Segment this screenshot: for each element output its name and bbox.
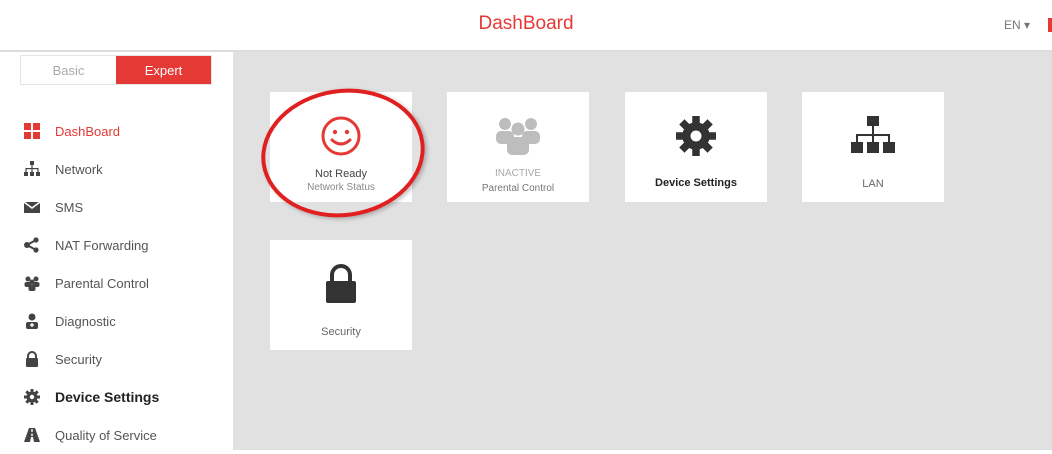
lock-icon [270,262,412,306]
card-device-settings[interactable]: Device Settings [625,92,767,202]
card-lan[interactable]: LAN [802,92,944,202]
sidebar-item-nat-forwarding[interactable]: NAT Forwarding [0,226,233,264]
sidebar-nav: DashBoard Network SMS NAT Forwarding Par… [0,112,233,454]
lock-icon [24,351,40,367]
grid-icon [24,123,40,139]
sidebar-item-label: NAT Forwarding [55,237,149,253]
network-icon [802,114,944,158]
dashboard-content: Not Ready Network Status INACTIVE Parent… [233,52,1052,450]
parental-control-label: Parental Control [481,183,555,194]
sidebar-item-device-settings[interactable]: Device Settings [0,378,233,416]
gear-icon [24,389,40,405]
envelope-icon [24,199,40,215]
security-label: Security [321,326,361,338]
people-icon [24,275,40,291]
sidebar-item-label: Parental Control [55,275,149,291]
sidebar-item-label: Device Settings [55,389,160,405]
sidebar: Basic Expert DashBoard Network SMS NAT F… [0,52,233,450]
sidebar-item-label: Quality of Service [55,427,157,443]
basic-mode-button[interactable]: Basic [21,56,116,84]
card-security[interactable]: Security [270,240,412,350]
language-selector[interactable]: EN ▾ [1004,18,1030,32]
gear-icon [625,114,767,158]
sidebar-item-sms[interactable]: SMS [0,188,233,226]
lan-label: LAN [862,178,884,190]
diagnostic-icon [24,313,40,329]
road-icon [24,427,40,443]
top-bar: DashBoard EN ▾ [0,0,1052,52]
parental-status-value: INACTIVE [494,168,542,179]
sidebar-item-dashboard[interactable]: DashBoard [0,112,233,150]
sidebar-item-parental-control[interactable]: Parental Control [0,264,233,302]
page-title: DashBoard [478,13,574,34]
sidebar-item-network[interactable]: Network [0,150,233,188]
share-icon [24,237,40,253]
people-icon [447,114,589,158]
sidebar-item-label: Security [55,351,102,367]
card-parental-control[interactable]: INACTIVE Parental Control [447,92,589,202]
expert-mode-button[interactable]: Expert [116,56,211,84]
sidebar-item-label: DashBoard [55,123,121,139]
sidebar-item-quality-of-service[interactable]: Quality of Service [0,416,233,454]
device-settings-label: Device Settings [655,177,737,189]
header-edge-mark [1048,18,1052,32]
sidebar-item-diagnostic[interactable]: Diagnostic [0,302,233,340]
sidebar-item-security[interactable]: Security [0,340,233,378]
mode-toggle: Basic Expert [20,55,212,85]
sidebar-item-label: Diagnostic [55,313,116,329]
sidebar-item-label: SMS [55,199,84,215]
sidebar-item-label: Network [55,161,103,177]
network-icon [24,161,40,177]
